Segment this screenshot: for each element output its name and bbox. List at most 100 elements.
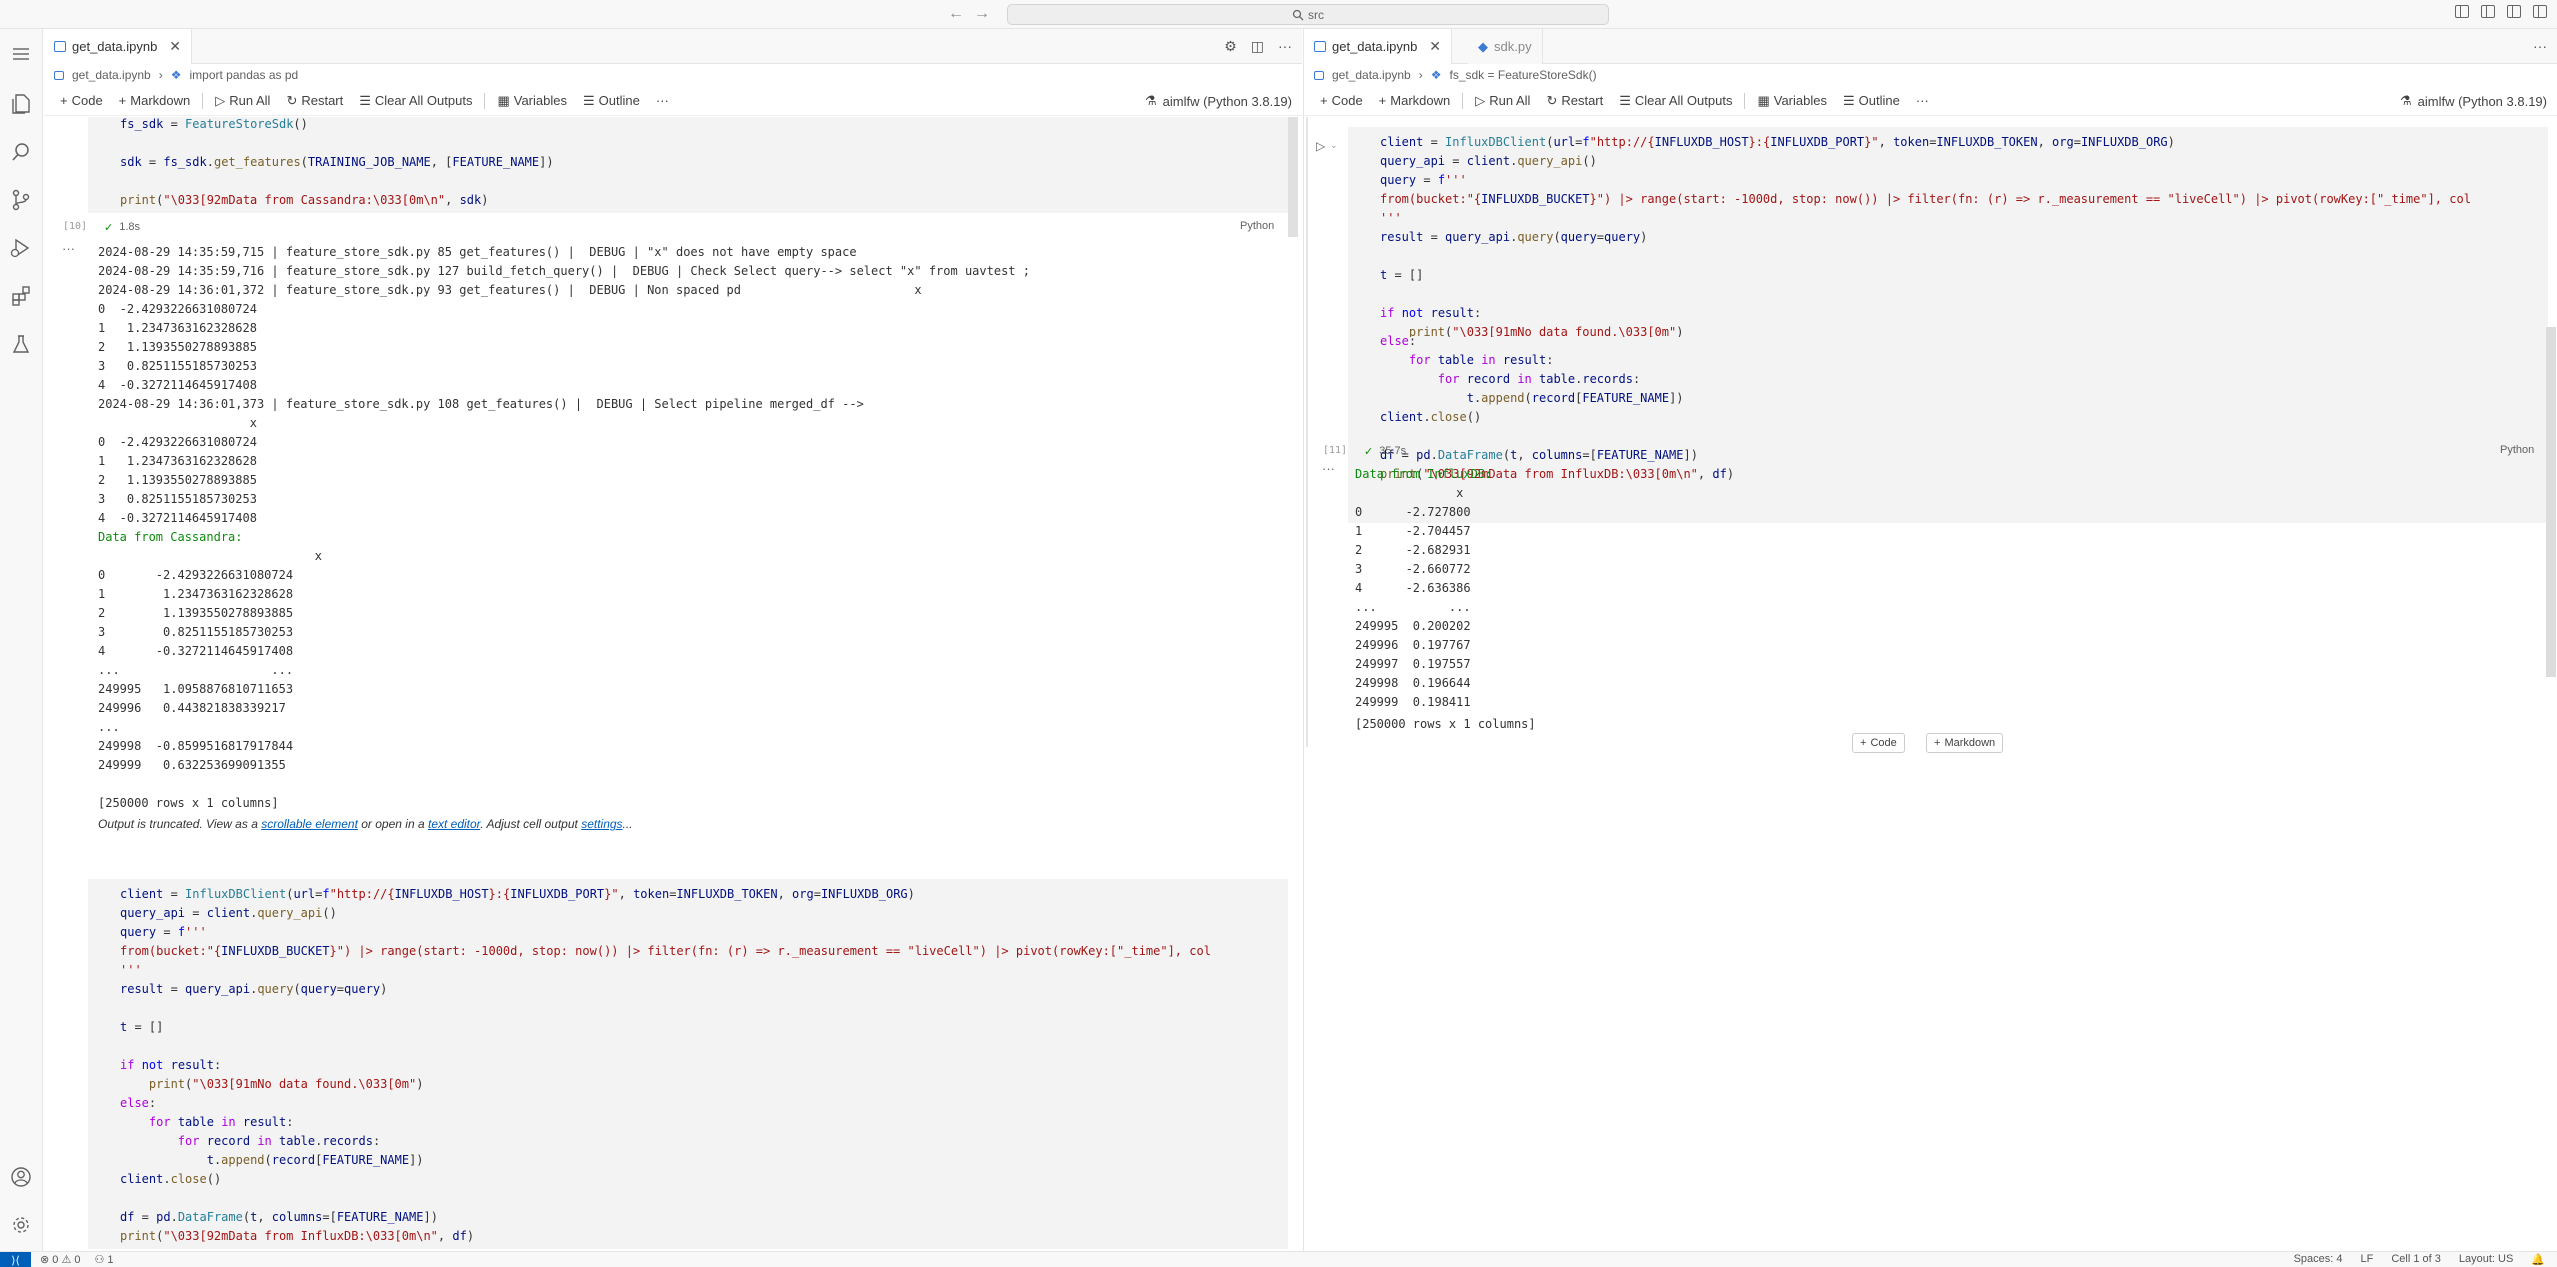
extensions-icon[interactable] bbox=[8, 283, 34, 309]
toggle-primary-sidebar-icon[interactable] bbox=[2455, 5, 2469, 18]
more-toolbar-button[interactable]: ··· bbox=[648, 93, 677, 108]
vertical-scrollbar[interactable] bbox=[1288, 117, 1298, 237]
output-line: 2024-08-29 14:36:01,373 | feature_store_… bbox=[98, 397, 864, 411]
output-more-icon[interactable]: ··· bbox=[1322, 461, 1335, 476]
toggle-panel-icon[interactable] bbox=[2481, 5, 2495, 18]
code-line: for record in table.records: bbox=[1437, 372, 1641, 386]
right-tab-bar: get_data.ipynb ✕ ◆ sdk.py ··· bbox=[1304, 29, 2557, 64]
close-icon[interactable]: ✕ bbox=[1429, 38, 1441, 55]
testing-flask-icon[interactable] bbox=[8, 331, 34, 357]
problems-indicator[interactable]: ⊗ 0 ⚠ 0 bbox=[40, 1253, 80, 1266]
menu-icon[interactable] bbox=[8, 41, 34, 67]
restart-button[interactable]: ↻ Restart bbox=[278, 93, 351, 109]
search-icon bbox=[1292, 9, 1304, 20]
keyboard-layout-indicator[interactable]: Layout: US bbox=[2459, 1253, 2513, 1266]
add-code-cell-button[interactable]: + Code bbox=[1852, 733, 1905, 753]
scrollable-element-link[interactable]: scrollable element bbox=[261, 817, 358, 831]
variables-button[interactable]: ▦ Variables bbox=[1749, 93, 1835, 109]
code-line: for table in result: bbox=[148, 1115, 294, 1129]
run-debug-icon[interactable] bbox=[8, 235, 34, 261]
output-line: 249997 0.197557 bbox=[1355, 657, 1471, 671]
code-line: t = [] bbox=[1380, 268, 1424, 282]
restart-icon: ↻ bbox=[286, 92, 298, 108]
output-more-icon[interactable]: ··· bbox=[62, 241, 75, 256]
toggle-secondary-sidebar-icon[interactable] bbox=[2507, 5, 2521, 18]
run-cell-icon[interactable]: ▷ bbox=[1316, 139, 1325, 153]
tab-get-data-ipynb[interactable]: get_data.ipynb ✕ bbox=[1304, 29, 1453, 64]
code-line: for table in result: bbox=[1408, 353, 1554, 367]
back-arrow-icon[interactable]: ← bbox=[948, 5, 964, 23]
clear-all-outputs-button[interactable]: ☰ Clear All Outputs bbox=[351, 93, 480, 109]
kernel-label: aimlfw (Python 3.8.19) bbox=[2417, 93, 2547, 109]
restart-icon: ↻ bbox=[1546, 92, 1558, 108]
status-bar: ⟩⟨ ⊗ 0 ⚠ 0 ⚇ 1 Spaces: 4 LF Cell 1 of 3 … bbox=[0, 1251, 2557, 1267]
source-control-icon[interactable] bbox=[8, 187, 34, 213]
navigation-arrows: ← → bbox=[948, 5, 990, 23]
breadcrumb-file[interactable]: get_data.ipynb bbox=[72, 68, 151, 82]
add-markdown-button[interactable]: + Markdown bbox=[1371, 93, 1459, 108]
cell-language[interactable]: Python bbox=[2500, 444, 2534, 456]
run-all-button[interactable]: ▷ Run All bbox=[207, 93, 278, 109]
code-cell-1[interactable]: fs_sdk = FeatureStoreSdk() sdk = fs_sdk.… bbox=[88, 117, 1288, 213]
cell-language[interactable]: Python bbox=[1240, 220, 1274, 232]
code-line: client.close() bbox=[120, 1172, 222, 1186]
kernel-picker[interactable]: ⚗ aimlfw (Python 3.8.19) bbox=[2400, 93, 2547, 109]
output-line: 3 0.8251155185730253 bbox=[98, 359, 257, 373]
title-bar: ← → src bbox=[0, 0, 2557, 29]
ports-indicator[interactable]: ⚇ 1 bbox=[94, 1253, 113, 1266]
forward-arrow-icon[interactable]: → bbox=[974, 5, 990, 23]
add-code-cell-label: Code bbox=[1870, 737, 1897, 749]
cell-output-1: 2024-08-29 14:35:59,715 | feature_store_… bbox=[98, 243, 1298, 963]
vertical-scrollbar[interactable] bbox=[2546, 327, 2556, 677]
accounts-icon[interactable] bbox=[8, 1164, 34, 1190]
settings-gear-icon[interactable] bbox=[8, 1212, 34, 1238]
code-cell-11[interactable]: client = InfluxDBClient(url=f"http://{IN… bbox=[1348, 127, 2548, 339]
more-actions-icon[interactable]: ··· bbox=[1278, 38, 1292, 55]
notifications-bell-icon[interactable]: 🔔 bbox=[2531, 1253, 2545, 1266]
restart-label: Restart bbox=[1561, 93, 1604, 108]
add-code-button[interactable]: + Code bbox=[52, 93, 111, 108]
output-line: ... bbox=[98, 720, 120, 734]
indentation-indicator[interactable]: Spaces: 4 bbox=[2294, 1253, 2343, 1266]
command-center-search[interactable]: src bbox=[1007, 4, 1609, 25]
search-icon[interactable] bbox=[8, 139, 34, 165]
tab-label: get_data.ipynb bbox=[1332, 39, 1418, 54]
chevron-down-icon[interactable]: ⌄ bbox=[1330, 140, 1338, 151]
gear-icon[interactable]: ⚙ bbox=[1224, 38, 1237, 55]
restart-button[interactable]: ↻ Restart bbox=[1538, 93, 1611, 109]
output-line: 4 -0.3272114645917408 bbox=[98, 644, 294, 658]
add-markdown-button[interactable]: + Markdown bbox=[111, 93, 199, 108]
breadcrumb-file[interactable]: get_data.ipynb bbox=[1332, 68, 1411, 82]
remote-indicator[interactable]: ⟩⟨ bbox=[0, 1252, 31, 1267]
run-all-button[interactable]: ▷ Run All bbox=[1467, 93, 1538, 109]
code-line: result = query_api.query(query=query) bbox=[1380, 230, 1648, 244]
customize-layout-icon[interactable] bbox=[2533, 5, 2547, 18]
settings-link[interactable]: settings bbox=[581, 817, 622, 831]
output-line: 3 0.8251155185730253 bbox=[98, 492, 257, 506]
close-icon[interactable]: ✕ bbox=[169, 38, 181, 55]
run-all-label: Run All bbox=[1489, 93, 1531, 108]
breadcrumb-cell[interactable]: import pandas as pd bbox=[190, 68, 299, 82]
outline-button[interactable]: ☰ Outline bbox=[1835, 93, 1908, 109]
explorer-icon[interactable] bbox=[8, 91, 34, 117]
clear-all-outputs-button[interactable]: ☰ Clear All Outputs bbox=[1611, 93, 1740, 109]
cell-indicator[interactable]: Cell 1 of 3 bbox=[2391, 1253, 2441, 1266]
kernel-picker[interactable]: ⚗ aimlfw (Python 3.8.19) bbox=[1145, 93, 1292, 109]
breadcrumb-cell[interactable]: fs_sdk = FeatureStoreSdk() bbox=[1450, 68, 1597, 82]
add-markdown-cell-button[interactable]: + Markdown bbox=[1926, 733, 2004, 753]
outline-button[interactable]: ☰ Outline bbox=[575, 93, 648, 109]
add-code-button[interactable]: + Code bbox=[1312, 93, 1371, 108]
variables-button[interactable]: ▦ Variables bbox=[489, 93, 575, 109]
run-all-label: Run All bbox=[229, 93, 271, 108]
more-toolbar-button[interactable]: ··· bbox=[1908, 93, 1937, 108]
more-actions-icon[interactable]: ··· bbox=[2533, 38, 2547, 54]
eol-indicator[interactable]: LF bbox=[2361, 1253, 2374, 1266]
output-line: 1 1.2347363162328628 bbox=[98, 454, 257, 468]
text-editor-link[interactable]: text editor bbox=[428, 817, 480, 831]
check-icon: ✓ bbox=[1364, 445, 1374, 458]
split-editor-icon[interactable]: ◫ bbox=[1251, 38, 1264, 55]
tab-get-data-ipynb[interactable]: get_data.ipynb ✕ bbox=[44, 29, 193, 64]
plus-icon: + bbox=[60, 93, 68, 108]
tab-sdk-py[interactable]: ◆ sdk.py bbox=[1468, 29, 1543, 64]
code-cell-2[interactable]: client = InfluxDBClient(url=f"http://{IN… bbox=[88, 879, 1288, 1249]
